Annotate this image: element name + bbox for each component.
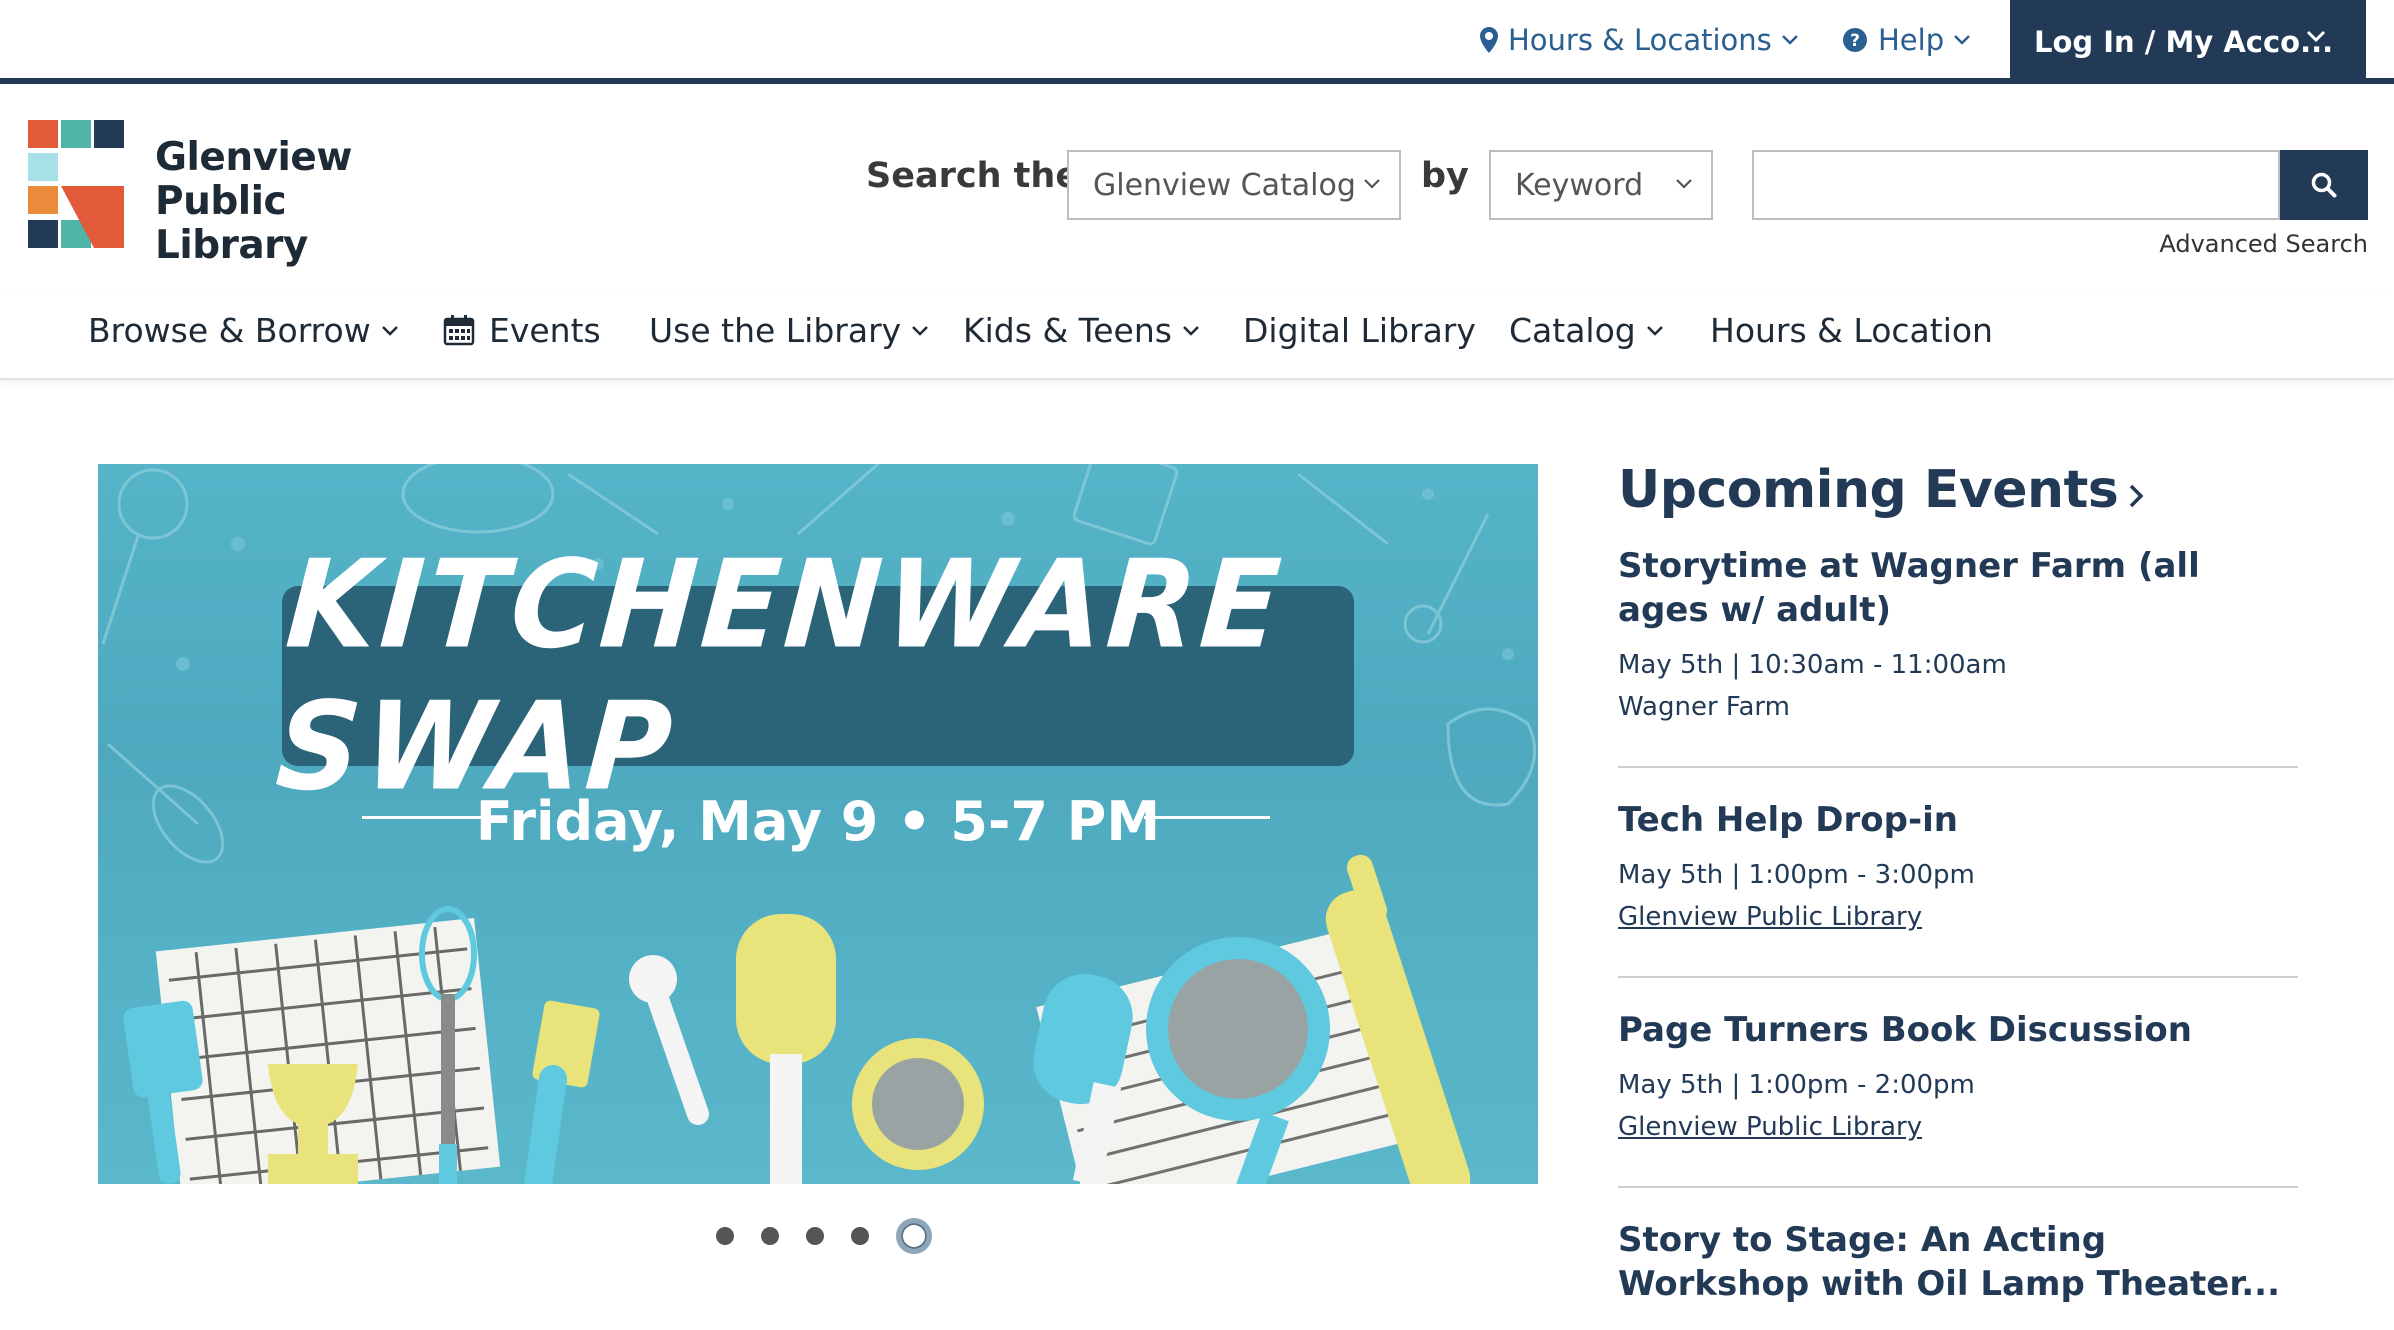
hero-title: KITCHENWARE SWAP [272,534,1289,818]
chevron-down-icon [1781,35,1798,45]
hours-locations-label: Hours & Locations [1508,23,1772,57]
chevron-down-icon [1646,325,1663,336]
event-item: Storytime at Wagner Farm (all ages w/ ad… [1618,544,2298,722]
hero-title-banner: KITCHENWARE SWAP [272,534,1354,818]
carousel-dot-active[interactable] [896,1218,932,1254]
event-divider [1618,766,2298,768]
nav-use-the-library[interactable]: Use the Library [649,308,929,352]
event-time: May 5th | 1:00pm - 2:00pm [1618,1070,1975,1100]
main-navigation: Browse & Borrow Events Use the Library K… [0,290,2394,380]
help-label: Help [1878,23,1945,57]
chevron-down-icon [912,325,929,336]
logo-line-1: Glenview [155,135,352,180]
nav-label: Kids & Teens [963,310,1172,350]
logo-line-2: Public Library [155,179,308,268]
search-field-select[interactable]: Keyword [1489,150,1713,220]
nav-digital-library[interactable]: Digital Library [1243,308,1476,352]
login-label: Log In / My Acco... [2034,25,2334,59]
nav-label: Events [489,310,601,350]
nav-browse-borrow[interactable]: Browse & Borrow [88,308,399,352]
nav-label: Browse & Borrow [88,310,371,350]
event-divider [1618,976,2298,978]
question-circle-icon: ? [1843,28,1867,52]
search-input[interactable] [1752,150,2280,220]
utility-bar: Hours & Locations ? Help Log In / My Acc… [0,0,2394,84]
event-title[interactable]: Story to Stage: An Acting Workshop with … [1618,1218,2298,1306]
carousel-dot[interactable] [716,1227,734,1245]
nav-label: Use the Library [649,310,902,350]
event-item: Story to Stage: An Acting Workshop with … [1618,1218,2298,1306]
calendar-icon [443,315,475,346]
event-title[interactable]: Page Turners Book Discussion [1618,1008,2298,1052]
search-scope-select[interactable]: Glenview Catalog [1067,150,1401,220]
map-pin-icon [1480,27,1498,53]
search-button[interactable] [2280,150,2368,220]
carousel-dot[interactable] [851,1227,869,1245]
chevron-down-icon [381,325,398,336]
event-item: Tech Help Drop-in May 5th | 1:00pm - 3:0… [1618,798,2298,932]
hero-carousel-slide[interactable]: KITCHENWARE SWAP Friday, May 9 • 5-7 PM [98,464,1538,1184]
event-location: Wagner Farm [1618,692,1790,722]
library-logo[interactable]: Glenview Public Library [28,120,448,268]
nav-label: Catalog [1509,310,1636,350]
hero-subtitle: Friday, May 9 • 5-7 PM [475,790,1161,853]
search-icon [2311,172,2337,198]
search-field-value: Keyword [1515,167,1644,203]
event-title[interactable]: Storytime at Wagner Farm (all ages w/ ad… [1618,544,2298,632]
help-link[interactable]: ? Help [1842,20,1980,60]
advanced-search-link[interactable]: Advanced Search [2159,230,2368,258]
carousel-pagination [716,1218,932,1254]
event-title[interactable]: Tech Help Drop-in [1618,798,2298,842]
event-time: May 5th | 1:00pm - 3:00pm [1618,860,1975,890]
library-logo-text: Glenview Public Library [155,136,448,268]
nav-hours-location[interactable]: Hours & Location [1710,308,1993,352]
nav-events[interactable]: Events [443,308,601,352]
nav-label: Digital Library [1243,310,1476,350]
search-label: Search the [866,156,1080,196]
chevron-right-icon [2130,484,2144,508]
event-location-link[interactable]: Glenview Public Library [1618,902,2298,932]
login-account-button[interactable]: Log In / My Acco... [2010,0,2366,84]
chevron-down-icon [1954,35,1971,45]
event-item: Page Turners Book Discussion May 5th | 1… [1618,1008,2298,1142]
search-scope-value: Glenview Catalog [1093,167,1356,203]
chevron-down-icon [1676,179,1692,189]
nav-catalog[interactable]: Catalog [1509,308,1664,352]
upcoming-events-title: Upcoming Events [1618,460,2119,520]
nav-kids-teens[interactable]: Kids & Teens [963,308,1200,352]
carousel-dot[interactable] [806,1227,824,1245]
chevron-down-icon [2306,30,2326,42]
event-divider [1618,1186,2298,1188]
chevron-down-icon [1364,179,1380,189]
event-time: May 5th | 10:30am - 11:00am [1618,650,2007,680]
library-logo-mark [28,120,124,248]
carousel-dot[interactable] [761,1227,779,1245]
hours-locations-link[interactable]: Hours & Locations [1480,20,1808,60]
nav-label: Hours & Location [1710,310,1993,350]
search-by-label: by [1421,156,1469,196]
event-location-link[interactable]: Glenview Public Library [1618,1112,2298,1142]
upcoming-events-heading[interactable]: Upcoming Events [1618,460,2144,520]
svg-text:?: ? [1850,31,1860,51]
chevron-down-icon [1183,325,1199,336]
